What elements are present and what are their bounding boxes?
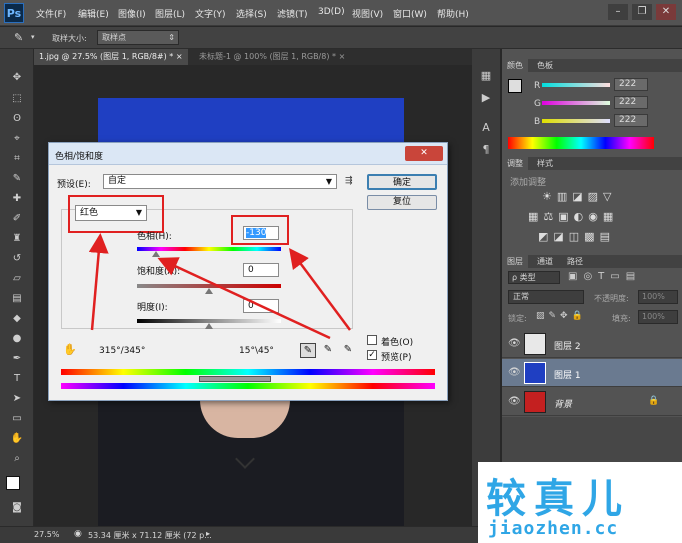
arrow-to-hue-value: [289, 247, 352, 331]
arrow-to-hue-slider: [157, 257, 331, 340]
arrow-to-channel: [88, 233, 109, 331]
annotation-arrows: [88, 233, 352, 340]
